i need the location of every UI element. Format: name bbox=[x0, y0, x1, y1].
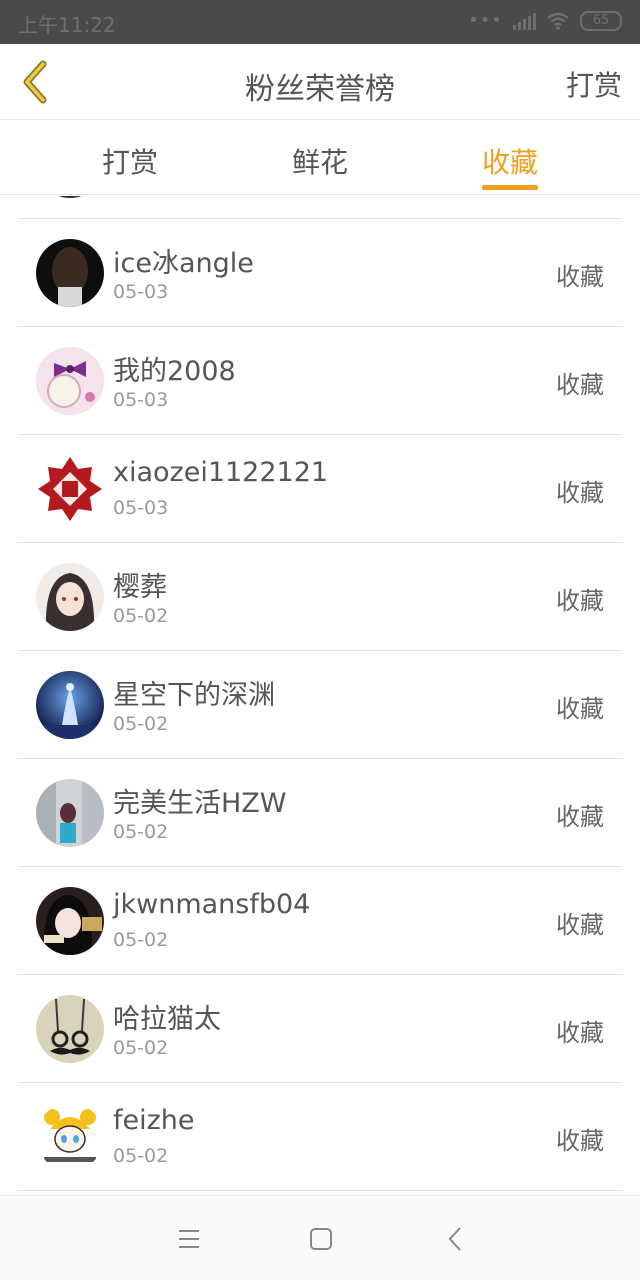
user-name: 哈拉猫太 bbox=[113, 1004, 221, 1035]
list-item[interactable]: 哈拉猫太 05-02 收藏 bbox=[18, 975, 622, 1083]
favorite-label: 收藏 bbox=[556, 1019, 604, 1047]
active-tab-indicator bbox=[482, 185, 538, 190]
battery-icon: 65 bbox=[580, 10, 622, 31]
avatar bbox=[36, 995, 104, 1063]
avatar bbox=[36, 779, 104, 847]
system-back-button[interactable] bbox=[440, 1224, 470, 1254]
avatar bbox=[36, 196, 104, 198]
favorite-label: 收藏 bbox=[556, 803, 604, 831]
list-item[interactable]: 我的2008 05-03 收藏 bbox=[18, 327, 622, 435]
avatar bbox=[36, 563, 104, 631]
favorite-label: 收藏 bbox=[556, 371, 604, 399]
favorite-label: 收藏 bbox=[556, 263, 604, 291]
user-name: 完美生活HZW bbox=[113, 788, 287, 819]
tab-favorites[interactable]: 收藏 bbox=[482, 141, 538, 181]
list-item[interactable]: 完美生活HZW 05-02 收藏 bbox=[18, 759, 622, 867]
avatar bbox=[36, 671, 104, 739]
signal-icon bbox=[513, 12, 536, 30]
tab-bar: 打赏 鲜花 收藏 bbox=[0, 121, 640, 195]
status-icons: ••• 65 bbox=[468, 10, 622, 31]
avatar bbox=[36, 455, 104, 523]
list-item[interactable]: xiaozei1122121 05-03 收藏 bbox=[18, 435, 622, 543]
user-name: xiaozei1122121 bbox=[113, 457, 329, 488]
system-nav-bar bbox=[0, 1195, 640, 1280]
date: 05-02 bbox=[113, 1037, 169, 1059]
date: 05-02 bbox=[113, 821, 169, 843]
date: 05-03 bbox=[113, 389, 169, 411]
menu-icon bbox=[179, 1230, 199, 1248]
date: 05-03 bbox=[113, 281, 169, 303]
tab-reward[interactable]: 打赏 bbox=[102, 141, 158, 181]
favorite-label: 收藏 bbox=[556, 695, 604, 723]
list-item[interactable]: jkwnmansfb04 05-02 收藏 bbox=[18, 867, 622, 975]
status-bar: 上午11:22 ••• 65 bbox=[0, 0, 640, 44]
user-name: ice冰angle bbox=[113, 248, 254, 279]
favorite-label: 收藏 bbox=[556, 587, 604, 615]
back-chevron-icon bbox=[448, 1227, 461, 1251]
avatar bbox=[36, 239, 104, 307]
date: 05-03 bbox=[113, 497, 169, 519]
page-title: 粉丝荣誉榜 bbox=[245, 72, 395, 107]
status-time: 上午11:22 bbox=[18, 13, 116, 37]
user-name: 星空下的深渊 bbox=[113, 680, 275, 711]
wifi-icon bbox=[547, 12, 569, 30]
home-square-icon bbox=[310, 1228, 332, 1250]
list-item[interactable]: 樱葬 05-02 收藏 bbox=[18, 543, 622, 651]
menu-button[interactable] bbox=[174, 1224, 204, 1254]
avatar bbox=[36, 887, 104, 955]
user-name: feizhe bbox=[113, 1105, 195, 1136]
favorite-label: 收藏 bbox=[556, 911, 604, 939]
favorite-label: 收藏 bbox=[556, 1127, 604, 1155]
tab-flowers[interactable]: 鲜花 bbox=[292, 141, 348, 181]
reward-button[interactable]: 打赏 bbox=[566, 64, 622, 104]
title-bar: 粉丝荣誉榜 打赏 bbox=[0, 44, 640, 120]
avatar bbox=[36, 1103, 104, 1171]
list-item[interactable]: ice冰angle 05-03 收藏 bbox=[18, 219, 622, 327]
date: 05-02 bbox=[113, 713, 169, 735]
favorite-label: 收藏 bbox=[556, 479, 604, 507]
date: 05-02 bbox=[113, 929, 169, 951]
user-name: jkwnmansfb04 bbox=[113, 889, 311, 920]
list-item[interactable]: feizhe 05-02 收藏 bbox=[18, 1083, 622, 1191]
date: 05-02 bbox=[113, 1145, 169, 1167]
more-dots-icon: ••• bbox=[468, 10, 503, 31]
user-name: 樱葬 bbox=[113, 572, 167, 603]
home-button[interactable] bbox=[306, 1224, 336, 1254]
user-name: 我的2008 bbox=[113, 356, 236, 387]
avatar bbox=[36, 347, 104, 415]
favorites-list[interactable]: ice冰angle 05-03 收藏 我的2008 05-03 收藏 xiaoz… bbox=[0, 196, 640, 1194]
date: 05-02 bbox=[113, 605, 169, 627]
list-item[interactable]: 星空下的深渊 05-02 收藏 bbox=[18, 651, 622, 759]
